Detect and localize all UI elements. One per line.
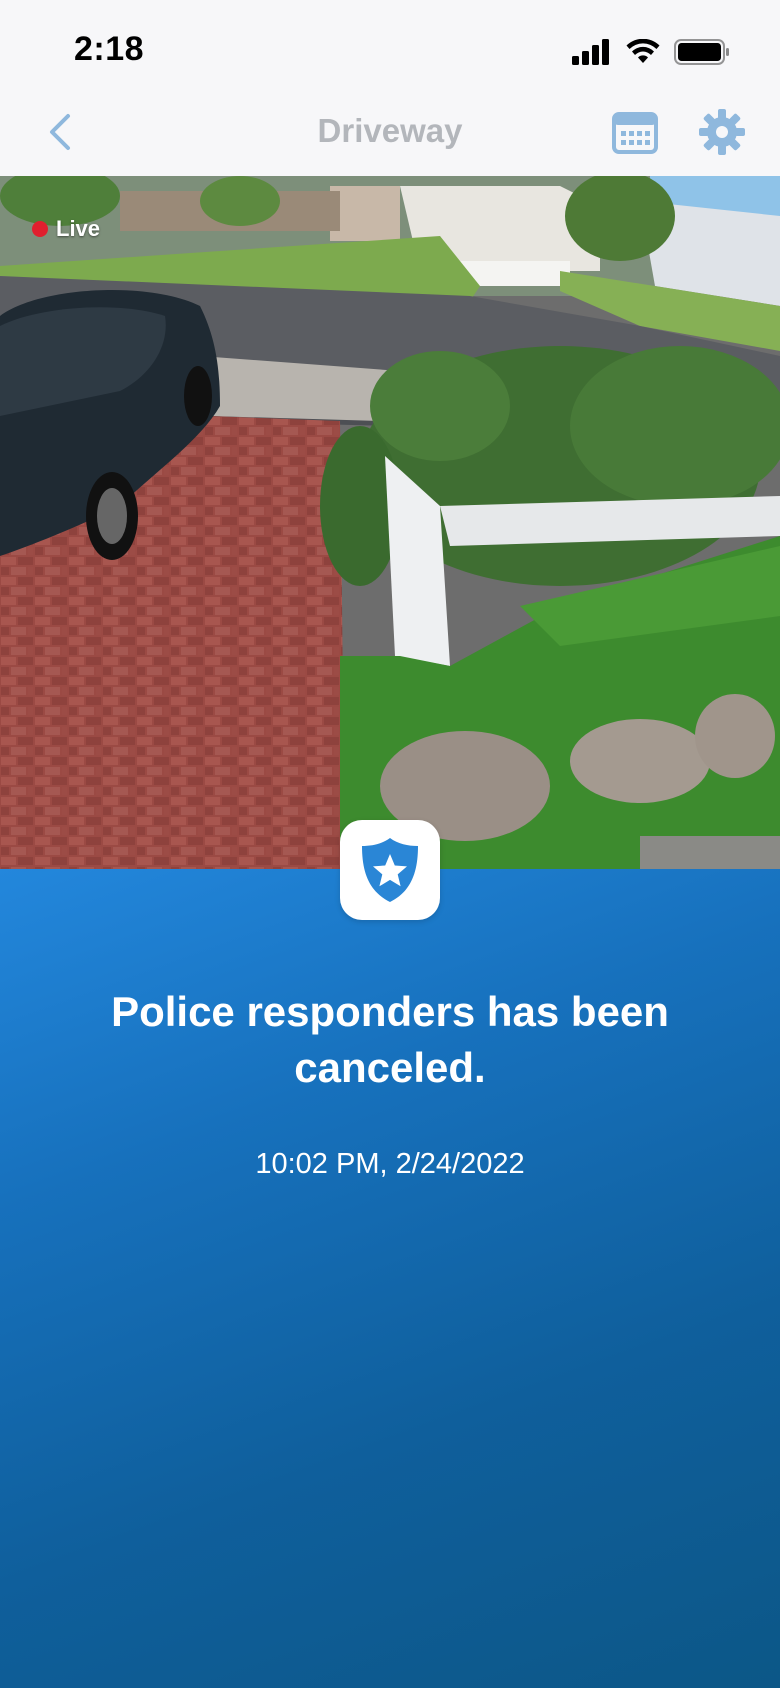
camera-image (0, 176, 780, 869)
settings-button[interactable] (698, 108, 746, 156)
live-badge: Live (32, 216, 100, 242)
battery-icon (674, 39, 729, 65)
calendar-icon (612, 112, 658, 154)
status-time: 2:18 (74, 30, 145, 68)
live-label: Live (56, 216, 101, 241)
screen: 2:18 Driveway Live Police responders has… (0, 0, 780, 1688)
nav-title: Driveway (317, 112, 463, 149)
police-badge-tile (340, 820, 440, 920)
police-badge-icon (362, 838, 418, 902)
signal-icon (572, 39, 609, 65)
calendar-button[interactable] (612, 110, 658, 154)
alert-timestamp: 10:02 PM, 2/24/2022 (255, 1148, 525, 1180)
live-dot-icon (32, 221, 48, 237)
status-bar: 2:18 (0, 0, 780, 88)
nav-bar: Driveway (0, 88, 780, 176)
wifi-icon (626, 39, 660, 63)
camera-feed[interactable]: Live (0, 176, 780, 869)
status-icons (572, 36, 730, 68)
alert-message: Police responders has been canceled. (111, 988, 669, 1091)
gear-icon (699, 109, 745, 155)
